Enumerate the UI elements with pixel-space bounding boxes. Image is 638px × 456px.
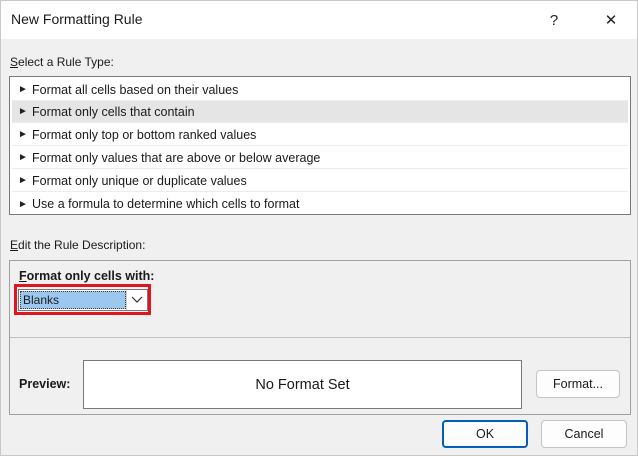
rule-item-all-cells[interactable]: ► Format all cells based on their values [12,79,628,101]
rule-description-panel: Format only cells with: Blanks Preview: … [9,260,631,415]
rule-item-label: Format only unique or duplicate values [32,173,247,188]
rule-type-label: Select a Rule Type: [10,55,114,69]
arrow-icon: ► [18,84,28,95]
rule-item-label: Use a formula to determine which cells t… [32,197,300,211]
format-button[interactable]: Format... [536,370,620,398]
rule-type-list[interactable]: ► Format all cells based on their values… [9,76,631,215]
preview-label: Preview: [19,377,71,391]
arrow-icon: ► [18,175,28,186]
rule-item-cells-that-contain[interactable]: ► Format only cells that contain [12,101,628,123]
help-button[interactable]: ? [540,7,568,33]
rule-item-label: Format only top or bottom ranked values [32,127,257,142]
close-button[interactable]: ✕ [597,7,625,33]
rule-item-label: Format only values that are above or bel… [32,150,321,165]
arrow-icon: ► [18,198,28,210]
divider [10,337,630,338]
cell-condition-dropdown[interactable]: Blanks [18,289,148,311]
new-formatting-rule-dialog: New Formatting Rule ? ✕ Select a Rule Ty… [0,0,638,456]
rule-item-label: Format all cells based on their values [32,82,239,97]
rule-description-label: Edit the Rule Description: [10,238,146,252]
dialog-title: New Formatting Rule [11,11,143,27]
rule-item-top-bottom[interactable]: ► Format only top or bottom ranked value… [12,124,628,146]
ok-button[interactable]: OK [442,420,528,448]
arrow-icon: ► [18,106,28,117]
rule-item-unique-duplicate[interactable]: ► Format only unique or duplicate values [12,170,628,192]
chevron-down-icon[interactable] [126,290,147,310]
preview-box: No Format Set [83,360,522,409]
rule-item-above-below-average[interactable]: ► Format only values that are above or b… [12,147,628,169]
arrow-icon: ► [18,152,28,163]
format-only-cells-label: Format only cells with: [19,269,155,283]
dropdown-selected-value: Blanks [20,291,126,309]
cancel-button[interactable]: Cancel [541,420,627,448]
rule-item-label: Format only cells that contain [32,104,195,119]
rule-item-formula[interactable]: ► Use a formula to determine which cells… [12,193,628,215]
arrow-icon: ► [18,129,28,140]
title-bar: New Formatting Rule ? ✕ [1,1,637,39]
